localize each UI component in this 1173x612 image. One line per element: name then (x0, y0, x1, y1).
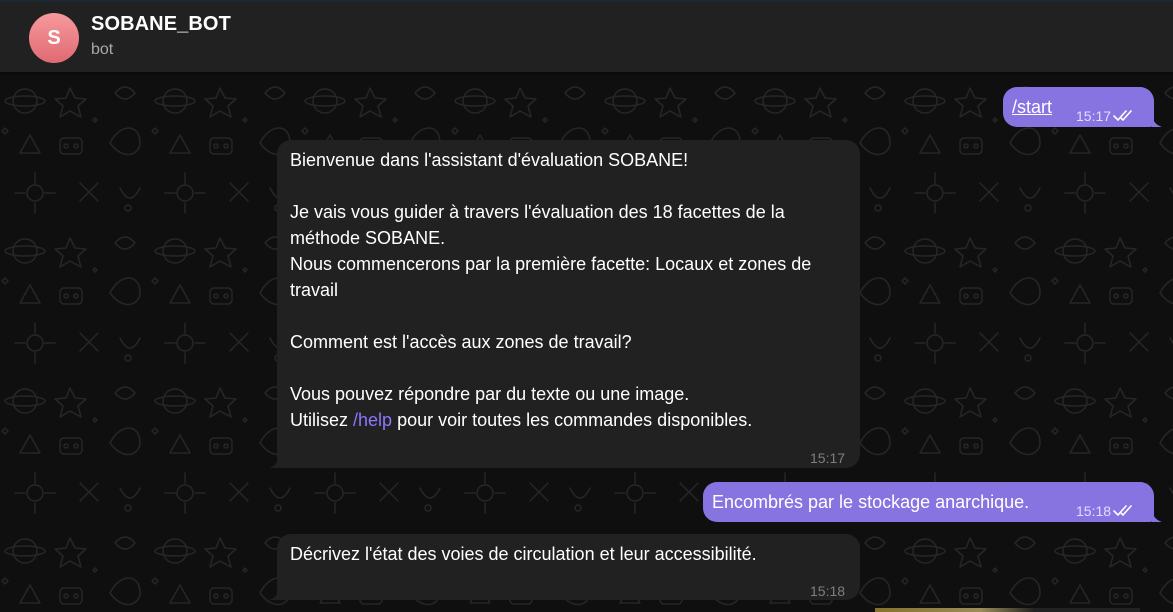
message-meta: 15:17 (1076, 103, 1133, 129)
help-hint-prefix: Utilisez (290, 410, 354, 430)
double-check-icon (1113, 505, 1132, 516)
message-meta: 15:18 (810, 578, 845, 604)
message-list[interactable]: /start 15:17 Bienvenue dans l'assistant … (0, 73, 1173, 612)
chat-subtitle: bot (91, 41, 114, 58)
help-hint-suffix: pour voir toutes les commandes disponibl… (392, 410, 753, 430)
question-line: Comment est l'accès aux zones de travail… (290, 332, 632, 352)
message-bubble-incoming[interactable]: Décrivez l'état des voies de circulation… (269, 534, 860, 600)
message-text: Bienvenue dans l'assistant d'évaluation … (290, 147, 850, 433)
message-text: Encombrés par le stockage anarchique. (712, 492, 1030, 512)
chat-title[interactable]: SOBANE_BOT (91, 13, 231, 36)
message-time: 15:17 (810, 450, 846, 466)
welcome-line: Bienvenue dans l'assistant d'évaluation … (290, 150, 689, 170)
message-time: 15:18 (810, 583, 846, 599)
bubble-tail (269, 586, 279, 600)
message-text: Décrivez l'état des voies de circulation… (290, 544, 757, 564)
avatar[interactable]: S (29, 13, 79, 63)
message-bubble-incoming[interactable]: Bienvenue dans l'assistant d'évaluation … (269, 140, 860, 471)
reply-hint-line: Vous pouvez répondre par du texte ou une… (290, 384, 690, 404)
help-command-link[interactable]: /help (353, 410, 392, 430)
message-time: 15:17 (1076, 108, 1112, 124)
chat-header[interactable]: S SOBANE_BOT bot (0, 2, 1173, 73)
bubble-tail (1152, 508, 1162, 522)
message-bubble-outgoing[interactable]: Encombrés par le stockage anarchique. 15… (703, 482, 1162, 524)
message-bubble-outgoing[interactable]: /start 15:17 (1003, 87, 1162, 129)
bubble-tail (269, 454, 279, 468)
telegram-chat-window: S SOBANE_BOT bot /start 15:17 Bienvenue … (0, 0, 1173, 612)
first-facet-line: Nous commencerons par la première facett… (290, 254, 817, 300)
help-hint-line: Utilisez /help pour voir toutes les comm… (290, 407, 850, 433)
bubble-tail (1152, 113, 1162, 127)
guide-line: Je vais vous guider à travers l'évaluati… (290, 202, 790, 248)
message-meta: 15:17 (810, 445, 845, 471)
message-meta: 15:18 (1076, 498, 1133, 524)
partial-element-bottom (875, 608, 1140, 612)
message-time: 15:18 (1076, 503, 1112, 519)
start-command-link[interactable]: /start (1012, 94, 1052, 120)
double-check-icon (1113, 110, 1132, 121)
